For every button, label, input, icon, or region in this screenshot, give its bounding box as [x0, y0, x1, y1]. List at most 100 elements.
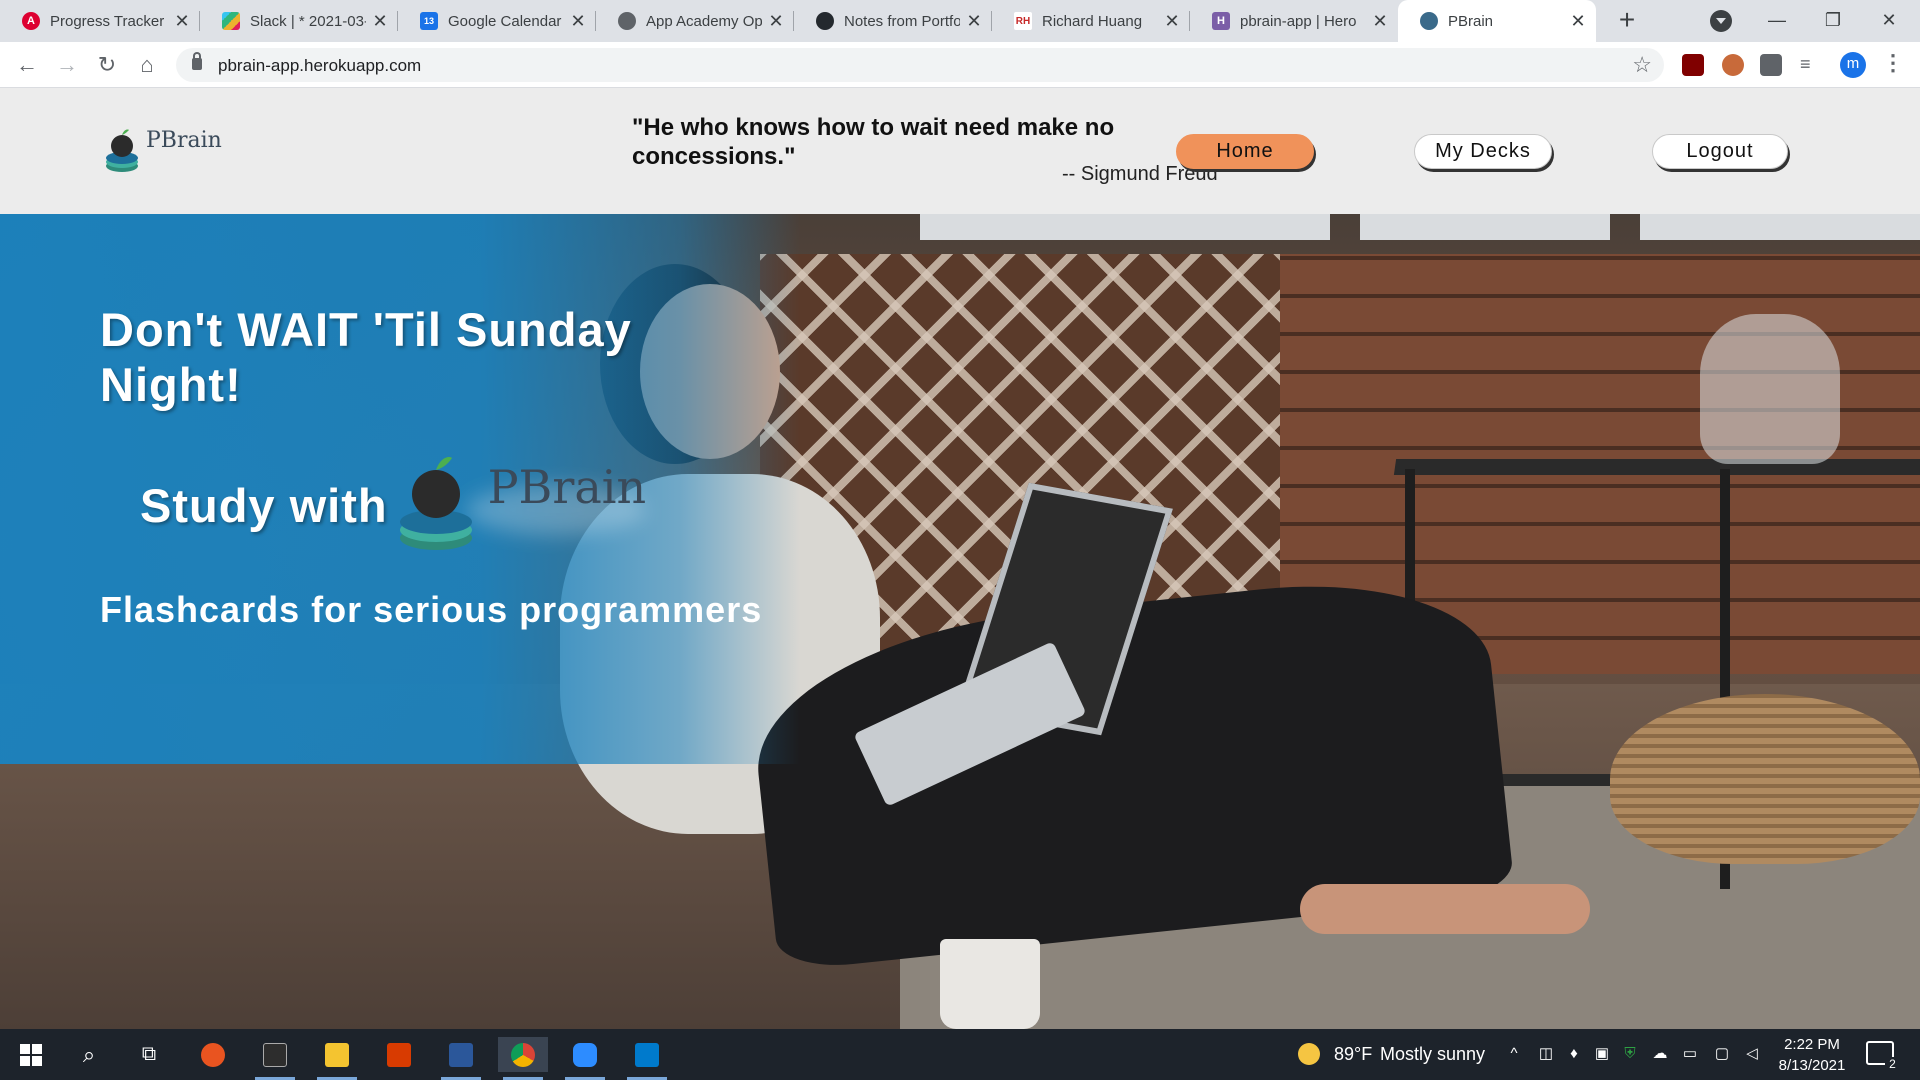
hero-tagline: Flashcards for serious programmers — [100, 589, 763, 630]
notification-center-icon[interactable]: 2 — [1866, 1041, 1900, 1071]
new-tab-button[interactable]: + — [1612, 6, 1642, 36]
task-view-icon[interactable]: ⧉ — [124, 1037, 174, 1072]
browser-tab-strip: A Progress Tracker ✕ Slack | * 2021-03- … — [0, 0, 1920, 42]
close-tab-icon[interactable]: ✕ — [570, 11, 586, 32]
cloud-icon[interactable]: ☁ — [1652, 1046, 1668, 1062]
close-tab-icon[interactable]: ✕ — [1570, 11, 1586, 32]
browser-tab[interactable]: Notes from Portfo ✕ — [794, 0, 992, 42]
tab-title: App Academy Op — [646, 12, 762, 30]
slack-icon — [222, 12, 240, 30]
reload-icon[interactable]: ↻ — [92, 50, 122, 80]
close-tab-icon[interactable]: ✕ — [372, 11, 388, 32]
tab-title: Notes from Portfo — [844, 12, 960, 30]
close-tab-icon[interactable]: ✕ — [1164, 11, 1180, 32]
tab-title: pbrain-app | Hero — [1240, 12, 1357, 30]
site-logo[interactable]: PBrain — [102, 126, 222, 176]
puzzle-extensions-icon[interactable] — [1760, 54, 1782, 76]
pbrain-icon — [1420, 12, 1438, 30]
display-icon[interactable]: ▣ — [1594, 1046, 1610, 1062]
clock-date: 8/13/2021 — [1778, 1057, 1846, 1074]
rh-icon: RH — [1014, 12, 1032, 30]
calendar-icon: 13 — [420, 12, 438, 30]
close-tab-icon[interactable]: ✕ — [174, 11, 190, 32]
browser-tab[interactable]: RH Richard Huang ✕ — [992, 0, 1190, 42]
more-menu-icon[interactable]: ⋮ — [1882, 50, 1904, 76]
restore-icon[interactable]: ❐ — [1810, 0, 1856, 42]
my-decks-button[interactable]: My Decks — [1414, 134, 1552, 169]
camera-icon[interactable]: ◫ — [1538, 1046, 1554, 1062]
search-icon[interactable]: ⌕ — [64, 1037, 114, 1072]
angular-icon: A — [22, 12, 40, 30]
weather-icon[interactable] — [1298, 1043, 1320, 1065]
file-explorer-icon[interactable] — [312, 1037, 362, 1080]
browser-tab[interactable]: A Progress Tracker ✕ — [0, 0, 200, 42]
start-icon[interactable] — [6, 1037, 56, 1072]
apple-books-icon — [399, 457, 472, 550]
github-icon — [816, 12, 834, 30]
study-brand-name: PBrain — [487, 460, 647, 514]
microphone-icon[interactable]: ♦ — [1566, 1046, 1582, 1062]
browser-tab[interactable]: H pbrain-app | Hero ✕ — [1190, 0, 1398, 42]
chevron-up-icon[interactable]: ^ — [1506, 1046, 1522, 1062]
study-with-row: Study with PBrain — [140, 450, 666, 560]
tab-title: Progress Tracker — [50, 12, 165, 30]
browser-toolbar: ← → ↻ ⌂ pbrain-app.herokuapp.com ☆ ≡ m ⋮ — [0, 42, 1920, 88]
close-tab-icon[interactable]: ✕ — [768, 11, 784, 32]
media-control-icon[interactable]: ≡ — [1800, 54, 1822, 76]
weather-temp[interactable]: 89°F — [1334, 1044, 1372, 1065]
web-page: PBrain "He who knows how to wait need ma… — [0, 88, 1920, 1029]
bookmark-star-icon[interactable]: ☆ — [1632, 52, 1652, 78]
url-text: pbrain-app.herokuapp.com — [218, 56, 422, 75]
tab-title: Slack | * 2021-03- — [250, 12, 366, 30]
profile-avatar[interactable]: m — [1840, 52, 1866, 78]
network-icon[interactable]: ▢ — [1714, 1046, 1730, 1062]
apple-books-icon — [106, 129, 138, 172]
hero-section: Don't WAIT 'Til Sunday Night! Study with… — [0, 214, 1920, 1029]
browser-tab[interactable]: Slack | * 2021-03- ✕ — [200, 0, 398, 42]
zoom-icon[interactable] — [560, 1037, 610, 1080]
back-icon[interactable]: ← — [12, 50, 42, 80]
battery-icon[interactable]: ▭ — [1682, 1046, 1698, 1062]
browser-tab[interactable]: App Academy Op ✕ — [596, 0, 794, 42]
home-button[interactable]: Home — [1176, 134, 1314, 169]
extension-icon[interactable] — [1722, 54, 1744, 76]
minimize-icon[interactable]: — — [1754, 0, 1800, 42]
tab-title: Google Calendar - — [448, 12, 564, 30]
lock-icon — [192, 52, 202, 70]
logout-button[interactable]: Logout — [1652, 134, 1788, 169]
brand-name: PBrain — [146, 128, 222, 153]
hero-title: Don't WAIT 'Til Sunday Night! — [100, 303, 632, 411]
tab-search-icon[interactable] — [1710, 10, 1732, 32]
vscode-icon[interactable] — [622, 1037, 672, 1080]
study-with-text: Study with — [140, 478, 388, 532]
hero-logo: PBrain — [396, 450, 666, 560]
security-shield-icon[interactable]: ⛨ — [1622, 1046, 1638, 1062]
word-icon[interactable] — [436, 1037, 486, 1080]
weather-text[interactable]: Mostly sunny — [1380, 1044, 1485, 1065]
coffee-table-image — [1393, 459, 1920, 475]
taskbar-clock[interactable]: 2:22 PM 8/13/2021 — [1774, 1034, 1850, 1076]
ubuntu-icon[interactable] — [188, 1037, 238, 1072]
site-header: PBrain "He who knows how to wait need ma… — [0, 88, 1920, 214]
ublock-icon[interactable] — [1682, 54, 1704, 76]
chrome-icon[interactable] — [498, 1037, 548, 1080]
browser-tab[interactable]: 13 Google Calendar - ✕ — [398, 0, 596, 42]
windows-taskbar: ⌕ ⧉ 89°F Mostly sunny ^ ◫ ♦ ▣ ⛨ ☁ ▭ ▢ ◁ … — [0, 1029, 1920, 1080]
clock-time: 2:22 PM — [1784, 1036, 1840, 1053]
office-icon[interactable] — [374, 1037, 424, 1072]
terminal-icon[interactable] — [250, 1037, 300, 1080]
tab-title: Richard Huang — [1042, 12, 1143, 30]
forward-icon[interactable]: → — [52, 50, 82, 80]
address-bar[interactable]: pbrain-app.herokuapp.com ☆ — [176, 48, 1664, 82]
basket-image — [1610, 694, 1920, 864]
tab-title: PBrain — [1448, 12, 1494, 30]
close-tab-icon[interactable]: ✕ — [1372, 11, 1388, 32]
close-tab-icon[interactable]: ✕ — [966, 11, 982, 32]
home-icon[interactable]: ⌂ — [132, 50, 162, 80]
heroku-icon: H — [1212, 12, 1230, 30]
globe-icon — [618, 12, 636, 30]
close-window-icon[interactable]: ✕ — [1866, 0, 1912, 42]
browser-tab-active[interactable]: PBrain ✕ — [1398, 0, 1596, 42]
volume-icon[interactable]: ◁ — [1744, 1046, 1760, 1062]
vase-image — [1700, 314, 1840, 464]
